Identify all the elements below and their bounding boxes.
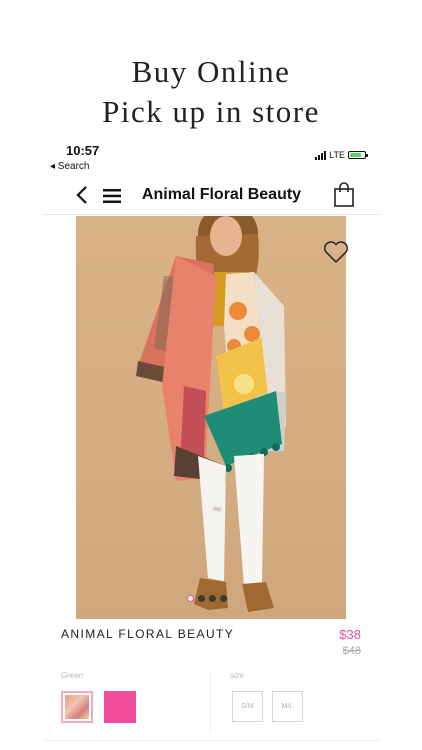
color-swatch-green[interactable] [61,691,93,723]
pagination-dot[interactable] [198,595,205,602]
sale-price: $38 [339,627,361,642]
size-label: size [230,671,245,680]
pagination-dot[interactable] [220,595,227,602]
page-title: Animal Floral Beauty [141,186,302,203]
promo-line-2: Pick up in store [102,94,320,129]
pagination-dot[interactable] [187,595,194,602]
hamburger-icon[interactable] [101,185,123,207]
network-type: LTE [329,150,345,160]
promo-line-1: Buy Online [131,54,291,89]
image-pagination [187,595,227,602]
color-swatch-pink[interactable] [104,691,136,723]
model-illustration [136,216,286,612]
product-name: ANIMAL FLORAL BEAUTY [61,627,235,641]
navigation-bar: Animal Floral Beauty [43,178,380,215]
promo-banner: Buy Online Pick up in store [0,52,422,132]
battery-icon [348,151,368,159]
signal-icon [315,150,327,160]
pagination-dot[interactable] [209,595,216,602]
original-price: $48 [342,645,361,657]
chevron-left-icon[interactable] [71,184,93,206]
bottom-divider [43,740,380,741]
color-label: Green [61,671,84,680]
product-image[interactable] [76,216,346,619]
status-time: 10:57 [66,143,100,158]
status-back-to-app[interactable]: ◂ Search [50,161,89,172]
size-option-ml[interactable]: M/L [272,691,303,722]
swatch-thumbnail [65,695,89,719]
status-indicators: LTE [315,150,368,160]
size-option-sm[interactable]: S/M [232,691,263,722]
heart-icon[interactable] [323,240,349,264]
shopping-bag-icon[interactable] [332,182,356,208]
battery-level [350,153,361,157]
options-divider [210,672,211,732]
